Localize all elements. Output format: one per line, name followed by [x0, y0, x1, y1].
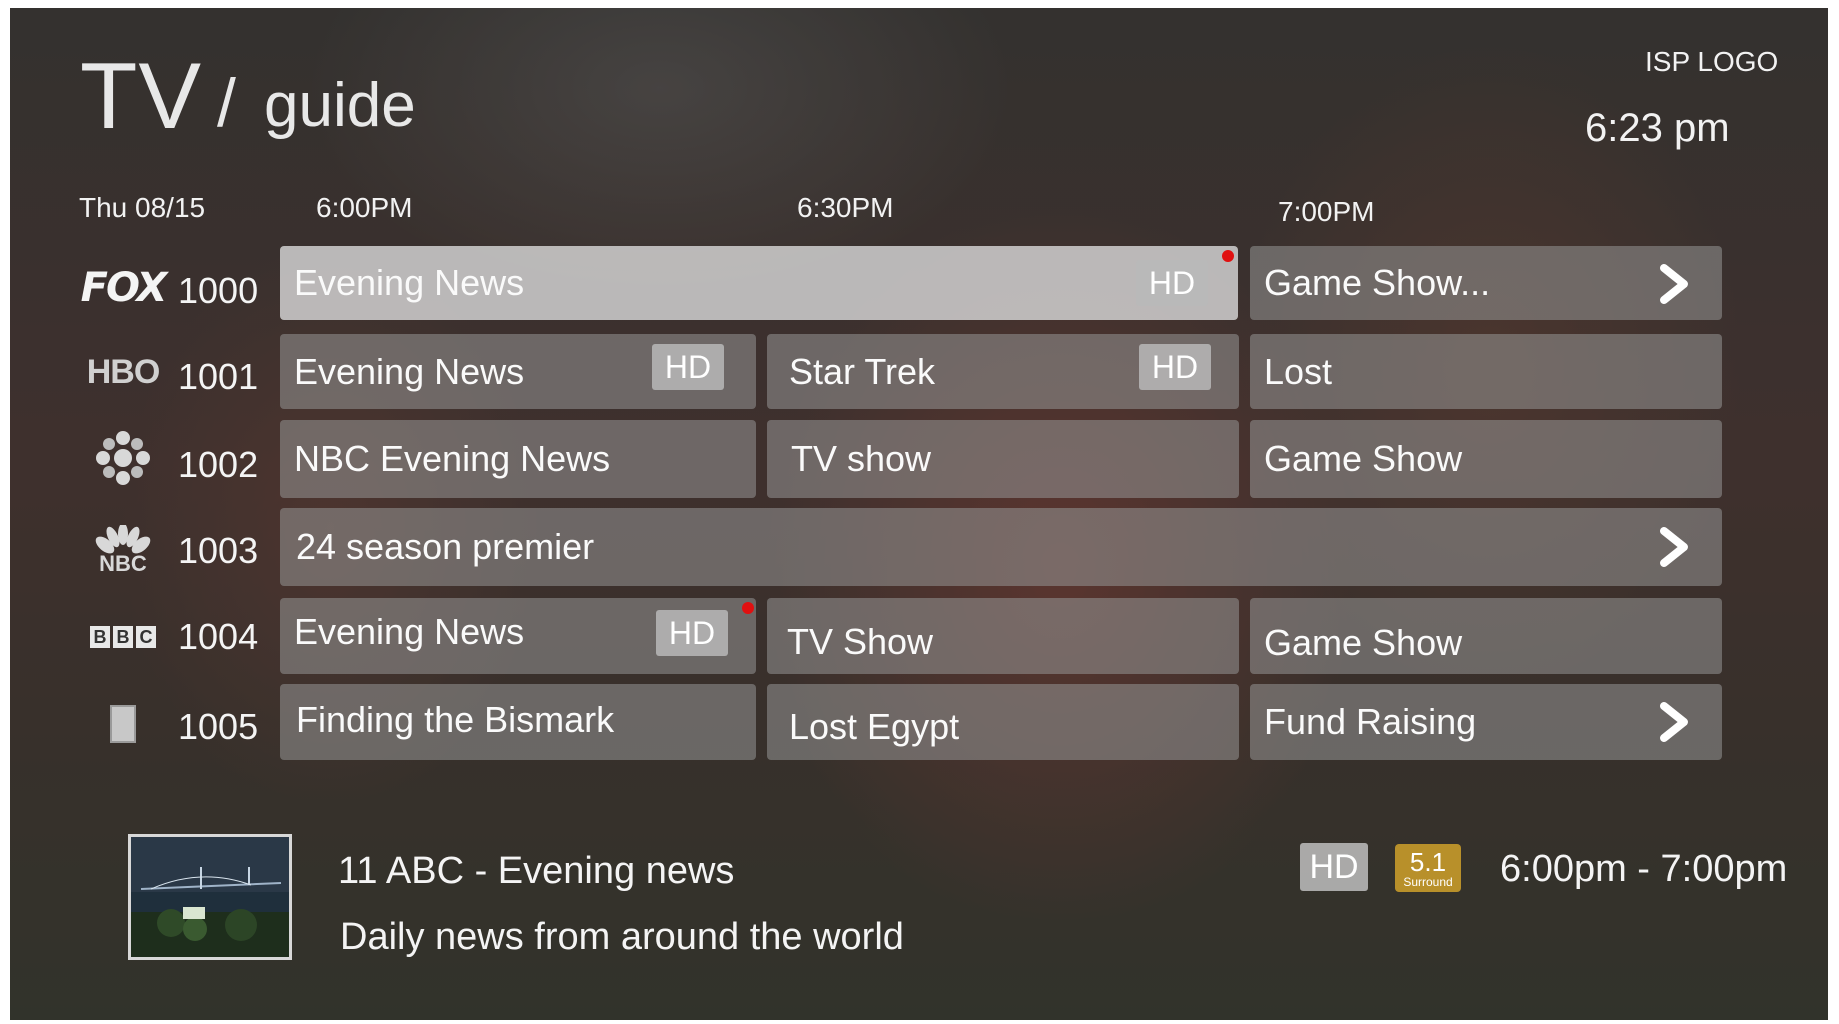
thumbnail-image: [131, 837, 289, 957]
info-time-range: 6:00pm - 7:00pm: [1500, 848, 1788, 890]
fox-logo: FOX: [80, 265, 168, 311]
info-hd-badge: HD: [1300, 843, 1368, 891]
nbc-peacock-logo: NBC: [80, 518, 166, 582]
program-cell[interactable]: Star Trek HD: [767, 334, 1239, 409]
chevron-right-icon[interactable]: [1654, 525, 1694, 569]
program-cell[interactable]: TV show: [767, 420, 1239, 498]
surround-value: 5.1: [1409, 846, 1447, 877]
time-slot-2: 6:30PM: [797, 192, 894, 223]
channel-number: 1001: [178, 356, 259, 397]
program-cell[interactable]: Game Show: [1250, 598, 1722, 674]
program-cell[interactable]: Lost Egypt: [767, 684, 1239, 760]
program-cell[interactable]: Game Show...: [1250, 246, 1722, 320]
page-title: TV: [80, 43, 203, 148]
program-cell[interactable]: TV Show: [767, 598, 1239, 674]
time-slot-3: 7:00PM: [1278, 196, 1375, 227]
program-title: Game Show...: [1264, 262, 1491, 303]
channel-number: 1002: [178, 444, 259, 485]
title-separator: /: [217, 65, 236, 141]
chevron-right-icon[interactable]: [1654, 700, 1694, 744]
program-cell[interactable]: NBC Evening News: [280, 420, 756, 498]
info-program-title: 11 ABC - Evening news: [338, 850, 735, 892]
program-title: Game Show: [1264, 622, 1463, 663]
hd-badge: HD: [1136, 260, 1208, 306]
program-cell[interactable]: Game Show: [1250, 420, 1722, 498]
cbc-gem-logo: [80, 431, 166, 485]
program-cell[interactable]: 24 season premier: [280, 508, 1722, 586]
hbo-logo: HBO: [86, 352, 161, 391]
program-cell-selected[interactable]: Evening News HD: [280, 246, 1238, 320]
channel-number: 1000: [178, 270, 259, 311]
channel-number: 1004: [178, 616, 259, 657]
program-title: Lost: [1264, 350, 1333, 392]
isp-logo: ISP LOGO: [1645, 46, 1779, 77]
program-title: 24 season premier: [296, 526, 595, 567]
program-cell[interactable]: Fund Raising: [1250, 684, 1722, 760]
time-slot-1: 6:00PM: [316, 192, 413, 223]
clock: 6:23 pm: [1585, 106, 1730, 150]
surround-sound-badge: 5.1 Surround: [1395, 844, 1461, 892]
program-cell[interactable]: Evening News HD: [280, 334, 756, 409]
program-title: Game Show: [1264, 438, 1463, 479]
cbc-gem-icon: [96, 431, 150, 485]
recording-indicator-icon: [1222, 250, 1234, 262]
program-title: Fund Raising: [1264, 701, 1477, 742]
program-thumbnail: [128, 834, 292, 960]
recording-indicator-icon: [742, 602, 754, 614]
chevron-right-icon[interactable]: [1654, 262, 1694, 306]
program-title: TV Show: [787, 621, 934, 662]
page-subtitle: guide: [264, 71, 416, 140]
program-title: Lost Egypt: [789, 706, 960, 747]
program-title: Evening News: [294, 611, 525, 652]
program-cell[interactable]: Finding the Bismark: [280, 684, 756, 760]
program-title: Finding the Bismark: [296, 699, 615, 740]
channel-number: 1003: [178, 530, 259, 571]
program-title: Star Trek: [789, 350, 936, 392]
bbc-logo: B B C: [80, 611, 166, 663]
hd-badge: HD: [652, 344, 724, 390]
program-title: Evening News: [294, 262, 525, 303]
tv-guide-screen: TV / guide ISP LOGO 6:23 pm Thu 08/15 6:…: [10, 8, 1828, 1020]
info-program-description: Daily news from around the world: [340, 916, 904, 958]
program-title: TV show: [791, 438, 932, 479]
channel-number: 1005: [178, 706, 259, 747]
program-title: Evening News: [294, 350, 525, 392]
program-title: NBC Evening News: [294, 438, 611, 479]
program-cell[interactable]: Evening News HD: [280, 598, 756, 674]
guide-date: Thu 08/15: [79, 192, 206, 223]
generic-channel-icon: [80, 698, 166, 750]
hd-badge: HD: [656, 610, 728, 656]
surround-label: Surround: [1403, 874, 1453, 889]
hd-badge: HD: [1139, 344, 1211, 390]
program-cell[interactable]: Lost: [1250, 334, 1722, 409]
